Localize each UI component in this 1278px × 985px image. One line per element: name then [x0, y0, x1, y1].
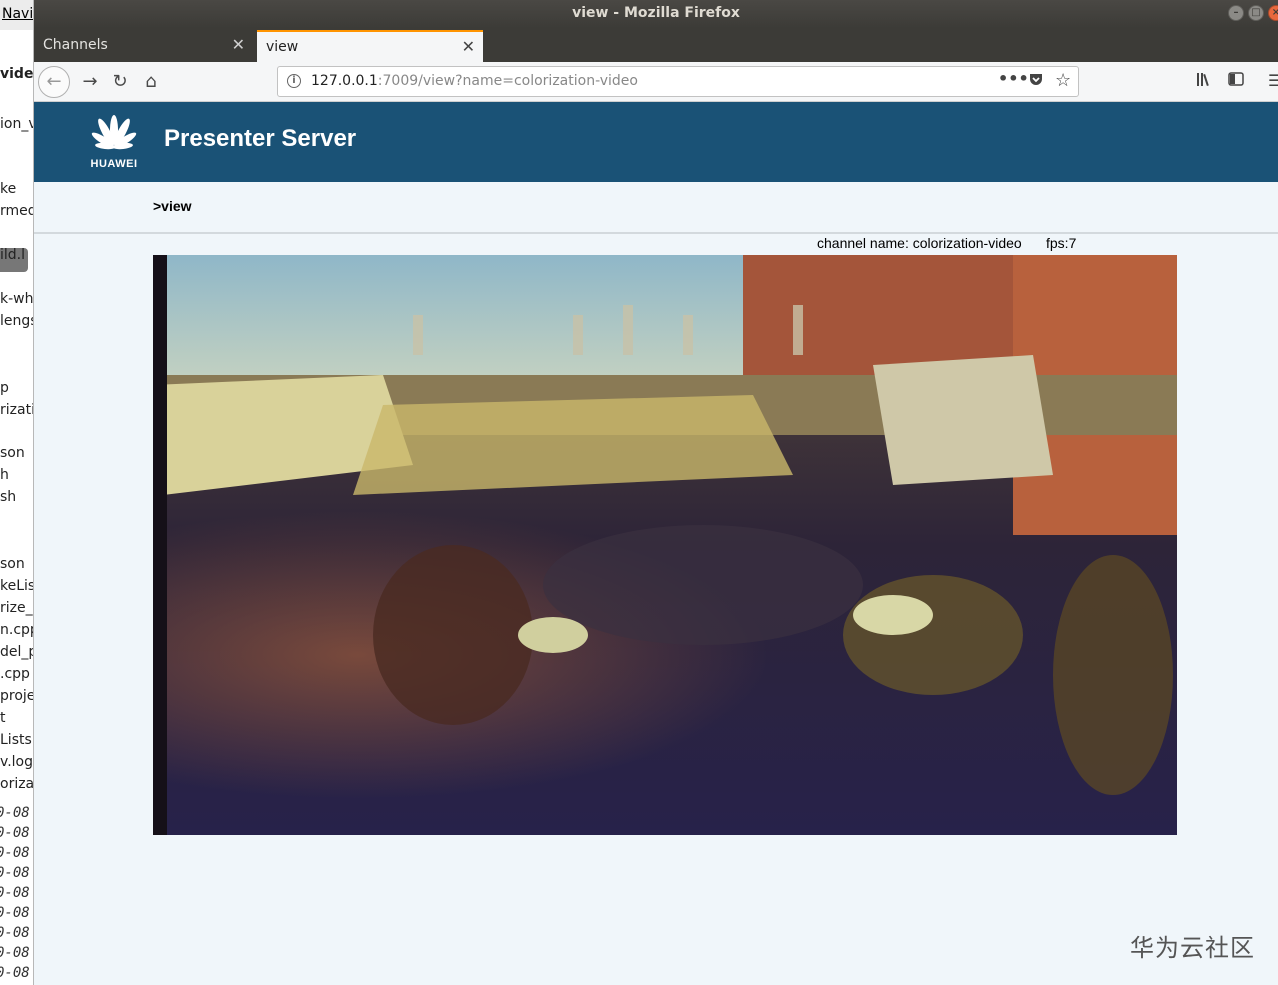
- background-text-line: rmed: [0, 203, 34, 219]
- more-icon[interactable]: •••: [998, 69, 1029, 88]
- hamburger-menu-icon[interactable]: ☰: [1268, 71, 1278, 90]
- close-tab-icon[interactable]: ✕: [462, 32, 475, 62]
- huawei-petals-icon: [91, 115, 137, 150]
- url-text[interactable]: 127.0.0.1:7009/view?name=colorization-vi…: [311, 73, 638, 89]
- background-text-line: ion_v: [0, 116, 34, 132]
- background-text-line: del_pr: [0, 644, 33, 660]
- background-text-line: n.cpp: [0, 622, 33, 638]
- colorized-video-image: [153, 255, 1177, 835]
- channel-name-label: channel name: colorization-video: [817, 235, 1022, 251]
- star-icon[interactable]: ☆: [1055, 70, 1071, 91]
- firefox-window: view - Mozilla Firefox – □ × Channels ✕ …: [34, 0, 1278, 985]
- background-menubar: Navi: [0, 0, 34, 30]
- tab-bar: Channels ✕ view ✕ +: [34, 28, 1278, 85]
- background-text-line: orizat: [0, 776, 34, 792]
- background-text-line: ke: [0, 181, 17, 197]
- background-menu-label: Navi: [2, 6, 34, 22]
- close-window-button[interactable]: ×: [1268, 5, 1278, 21]
- background-date-line: 0-08: [0, 805, 30, 821]
- url-path: :7009/view?name=colorization-video: [377, 73, 638, 89]
- maximize-button[interactable]: □: [1248, 5, 1264, 21]
- info-icon[interactable]: i: [287, 74, 301, 88]
- watermark: 华为云社区: [1130, 934, 1255, 962]
- background-date-line: 0-08: [0, 825, 30, 841]
- background-window: Navi video ion_vke rmed ild.l k-wh lengs p riza…: [0, 0, 34, 985]
- address-bar[interactable]: i 127.0.0.1:7009/view?name=colorization-…: [277, 66, 1079, 97]
- window-title: view - Mozilla Firefox: [572, 5, 740, 21]
- page-content: HUAWEI Presenter Server >view channel na…: [34, 102, 1278, 985]
- background-date-line: 0-08: [0, 885, 30, 901]
- background-text-line: k-wh: [0, 291, 34, 307]
- library-icon[interactable]: [1196, 71, 1214, 91]
- background-text-line: p: [0, 380, 9, 396]
- background-text-line: rizati: [0, 402, 34, 418]
- background-text-line: sh: [0, 489, 17, 505]
- home-icon[interactable]: ⌂: [137, 68, 165, 96]
- minimize-button[interactable]: –: [1228, 5, 1244, 21]
- video-frame: [153, 255, 1177, 835]
- divider: [34, 232, 1278, 234]
- navigation-toolbar: ← → ↻ ⌂ i 127.0.0.1:7009/view?name=color…: [34, 62, 1278, 102]
- background-text-line: v.log: [0, 754, 33, 770]
- background-date-line: 0-08: [0, 865, 30, 881]
- back-arrow-icon[interactable]: ←: [38, 66, 70, 98]
- url-host: 127.0.0.1: [311, 73, 378, 89]
- pocket-icon[interactable]: [1028, 71, 1044, 91]
- tab-label: view: [266, 39, 299, 55]
- background-text-line: son: [0, 556, 25, 572]
- background-text-line: t: [0, 710, 6, 726]
- forward-arrow-icon[interactable]: →: [76, 68, 104, 96]
- background-text-line: keLis: [0, 578, 34, 594]
- background-text-line: ild.l: [0, 247, 26, 263]
- background-text-line: son: [0, 445, 25, 461]
- background-date-line: 0-08: [0, 845, 30, 861]
- breadcrumb[interactable]: >view: [153, 198, 192, 214]
- app-title: Presenter Server: [164, 125, 357, 152]
- close-tab-icon[interactable]: ✕: [232, 30, 245, 60]
- app-header: HUAWEI Presenter Server: [34, 102, 1278, 182]
- title-bar: view - Mozilla Firefox – □ ×: [34, 0, 1278, 28]
- background-text-line: .cpp: [0, 666, 30, 682]
- tab-channels[interactable]: Channels ✕: [34, 30, 253, 62]
- sidebar-icon[interactable]: [1228, 71, 1244, 91]
- fps-label: fps:7: [1046, 235, 1077, 251]
- background-text-line: lengs: [0, 313, 34, 329]
- background-date-line: 0-08: [0, 945, 30, 961]
- reload-icon[interactable]: ↻: [106, 68, 134, 96]
- tab-label: Channels: [43, 37, 108, 53]
- background-text-line: proje: [0, 688, 34, 704]
- background-text-line: h: [0, 467, 9, 483]
- background-date-line: 0-08: [0, 905, 30, 921]
- background-text-line: Lists.: [0, 732, 34, 748]
- tab-view[interactable]: view ✕: [257, 30, 483, 62]
- background-text-line: rize_: [0, 600, 33, 616]
- background-text-line: video: [0, 66, 34, 82]
- huawei-logo: HUAWEI: [84, 114, 144, 172]
- background-date-line: 0-08: [0, 965, 30, 981]
- background-date-line: 0-08: [0, 925, 30, 941]
- brand-name: HUAWEI: [90, 158, 138, 170]
